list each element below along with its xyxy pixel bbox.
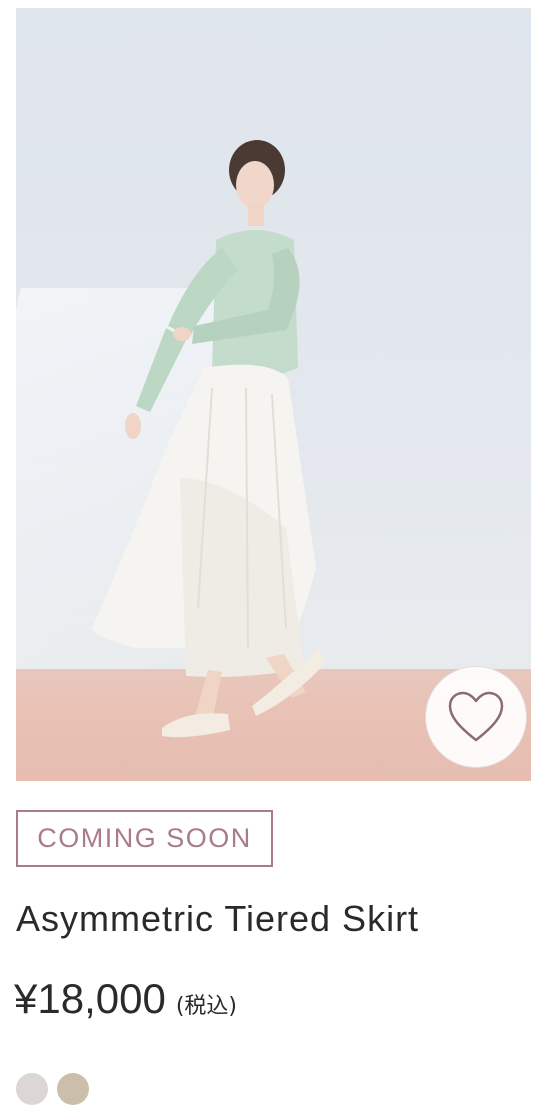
status-badge: COMING SOON (16, 810, 273, 867)
product-title: Asymmetric Tiered Skirt (16, 898, 420, 939)
favorite-button[interactable] (425, 666, 527, 768)
color-swatches (16, 1073, 89, 1105)
heart-icon (448, 691, 504, 742)
price-row: ¥18,000 (税込) (14, 975, 237, 1023)
color-swatch-ivory[interactable] (16, 1073, 48, 1105)
price-value: ¥18,000 (14, 975, 166, 1022)
color-swatch-beige[interactable] (57, 1073, 89, 1105)
tax-note: (税込) (175, 994, 237, 1019)
product-image[interactable] (16, 8, 531, 781)
model-figure (92, 140, 326, 738)
